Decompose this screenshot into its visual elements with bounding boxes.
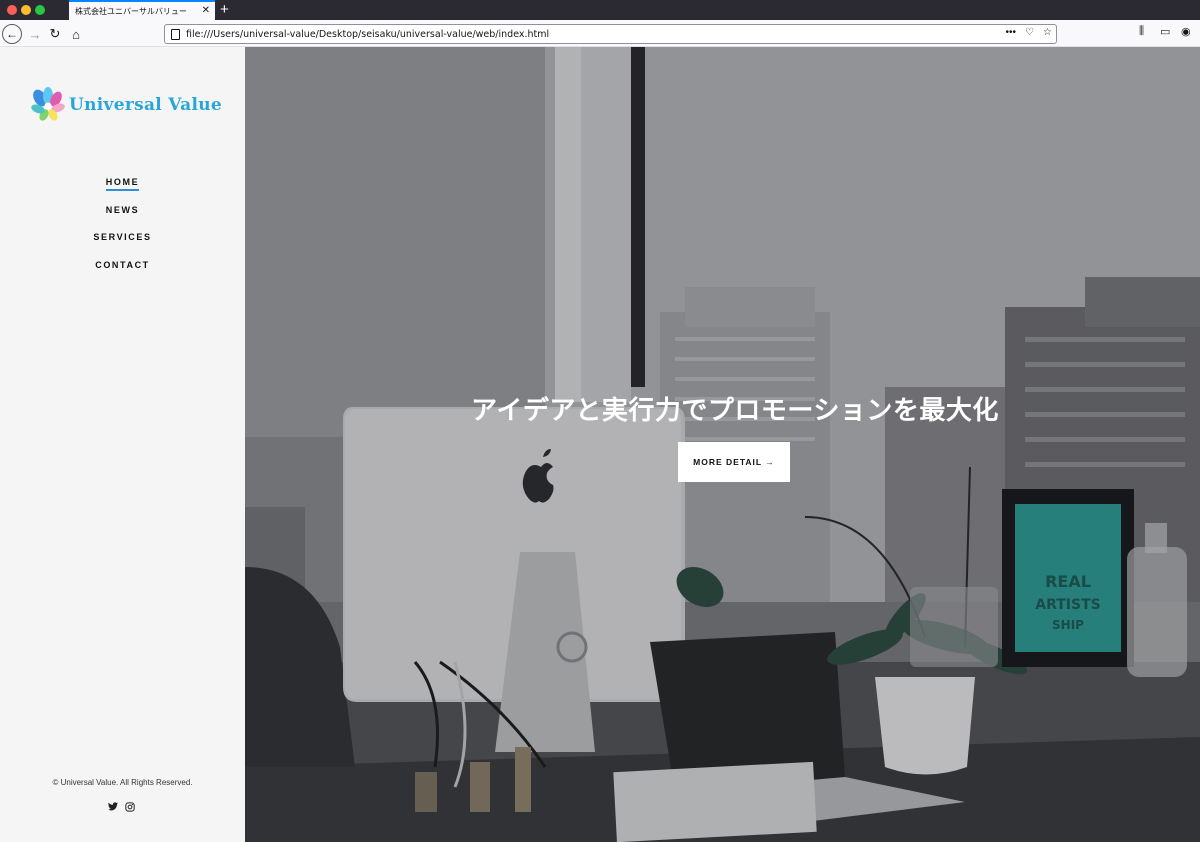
logo-flower-icon (31, 87, 65, 121)
social-links (108, 802, 135, 812)
menu-item-label: HOME (105, 177, 140, 191)
library-icon[interactable]: ⫼ (1139, 25, 1144, 38)
window-close-button[interactable] (7, 5, 17, 15)
hero-title: アイデアと実行力でプロモーションを最大化 (471, 396, 999, 426)
new-tab-button[interactable]: + (220, 1, 229, 19)
menu-item-services[interactable]: SERVICES (0, 232, 245, 260)
menu-item-label: NEWS (105, 204, 140, 215)
browser-nav-bar: ← → ↻ ⌂ file:///Users/universal-value/De… (0, 20, 1200, 47)
more-detail-button[interactable]: MORE DETAIL → (678, 442, 790, 482)
site-logo[interactable]: Universal Value (31, 87, 222, 123)
pocket-icon[interactable]: ♡ (1025, 27, 1034, 38)
main-menu: HOME NEWS SERVICES CONTACT (0, 177, 245, 287)
url-text[interactable]: file:///Users/universal-value/Desktop/se… (186, 29, 549, 40)
window-zoom-button[interactable] (35, 5, 45, 15)
back-icon[interactable]: ← (2, 24, 22, 44)
sidebar: Universal Value HOME NEWS SERVICES CONTA… (0, 47, 245, 842)
menu-item-label: CONTACT (95, 259, 150, 270)
page-info-icon[interactable] (171, 28, 180, 40)
account-icon[interactable]: ◉ (1181, 25, 1191, 38)
tab-title: 株式会社ユニバーサルバリュー (75, 6, 187, 16)
copyright-text: © Universal Value. All Rights Reserved. (52, 778, 193, 787)
logo-text: Universal Value (69, 95, 223, 115)
twitter-icon[interactable] (108, 802, 118, 811)
menu-item-contact[interactable]: CONTACT (0, 260, 245, 288)
menu-item-home[interactable]: HOME (0, 177, 245, 205)
hero-section: REAL ARTISTS SHIP アイデアと実行力でプロモーションを最大化 M… (245, 47, 1200, 842)
tab-close-icon[interactable]: ✕ (202, 5, 210, 17)
browser-tab-active[interactable]: 株式会社ユニバーサルバリュー ✕ (69, 0, 215, 20)
menu-item-label: SERVICES (93, 232, 152, 242)
menu-item-news[interactable]: NEWS (0, 205, 245, 233)
sidebar-icon[interactable]: ▭ (1160, 25, 1170, 38)
browser-tab-bar: 株式会社ユニバーサルバリュー ✕ + (0, 0, 1200, 20)
reload-icon[interactable]: ↻ (45, 24, 65, 44)
bookmark-star-icon[interactable]: ☆ (1043, 27, 1052, 38)
instagram-icon[interactable] (125, 802, 135, 812)
page-content: Universal Value HOME NEWS SERVICES CONTA… (0, 47, 1200, 842)
more-icon[interactable]: ••• (1006, 27, 1017, 38)
forward-icon[interactable]: → (25, 24, 45, 44)
home-icon[interactable]: ⌂ (66, 24, 86, 44)
url-bar[interactable]: file:///Users/universal-value/Desktop/se… (164, 24, 1057, 44)
window-minimize-button[interactable] (21, 5, 31, 15)
